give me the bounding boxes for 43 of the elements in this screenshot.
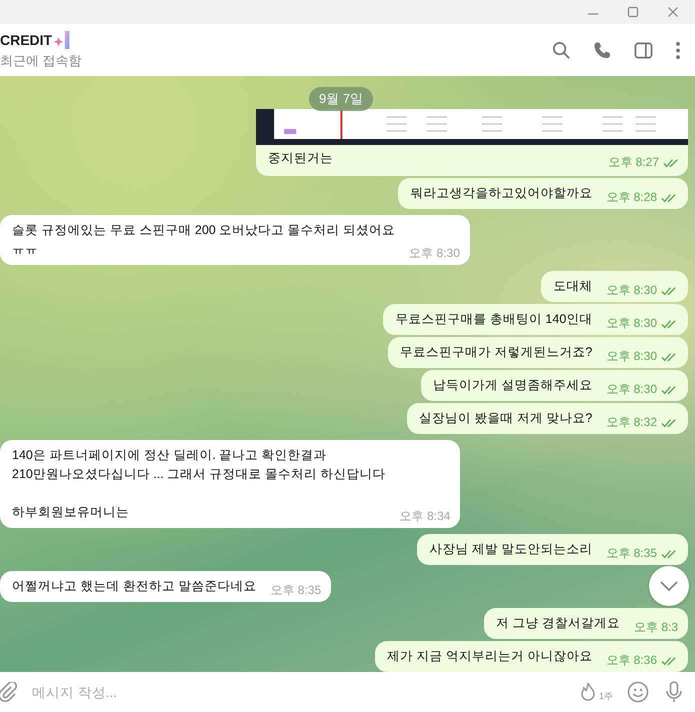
message-text: 슬롯 규정에있는 무료 스핀구매 200 오버났다고 몰수처리 되셨어요 ㅠㅠ — [12, 222, 396, 258]
maximize-icon[interactable] — [627, 6, 639, 18]
sparkle-icon — [54, 30, 72, 50]
message-text: 납득이가게 설명좀해주세요 — [432, 377, 592, 394]
chat-name: CREDIT — [0, 32, 52, 48]
self-destruct-timer-button[interactable]: 1주 — [578, 681, 613, 703]
last-seen-status: 최근에 접속함 — [0, 52, 82, 70]
phone-icon[interactable] — [593, 40, 612, 60]
message-time: 오후 8:30 — [606, 315, 657, 332]
message-time: 오후 8:30 — [606, 381, 657, 398]
message-text: 사장님 제발 말도안되는소리 — [429, 541, 592, 558]
message-time: 오후 8:35 — [270, 582, 322, 599]
message-text: 중지된거는 — [268, 150, 333, 167]
message-time: 오후 8:36 — [606, 652, 657, 669]
emoji-icon[interactable] — [627, 681, 649, 703]
message-text: 뭐라고생각을하고있어야할까요 — [410, 185, 592, 202]
search-icon[interactable] — [552, 40, 571, 60]
message-time: 오후 8:32 — [606, 414, 657, 431]
message-text: 도대체 — [553, 278, 592, 295]
paperclip-icon[interactable] — [0, 682, 18, 702]
message-text: 무료스핀구매가 저렇게된느거죠? — [400, 344, 592, 361]
message-time: 오후 8:28 — [606, 189, 657, 206]
date-badge: 9월 7일 — [309, 87, 374, 111]
message-text: 저 그냥 경찰서갈게요 — [496, 615, 620, 632]
chevron-down-icon — [659, 580, 679, 592]
message-text: 어쩔꺼냐고 했는데 환전하고 말씀준다네요 — [12, 578, 256, 595]
message-text: 제가 지금 억지부리는거 아니잖아요 — [386, 648, 592, 665]
message-text: 무료스핀구매를 총배팅이 140인대 — [395, 311, 592, 328]
message-text: 실장님이 봤을때 저게 맞나요? — [418, 410, 592, 427]
microphone-icon[interactable] — [663, 681, 685, 703]
message-time: 오후 8:34 — [400, 508, 450, 525]
message-time: 오후 8:30 — [409, 245, 460, 262]
message-time: 오후 8:3 — [634, 619, 678, 636]
message-time: 오후 8:30 — [606, 348, 657, 365]
scroll-down-button[interactable] — [649, 566, 689, 606]
message-time: 오후 8:35 — [606, 545, 657, 562]
more-icon[interactable] — [675, 40, 681, 60]
sidebar-toggle-icon[interactable] — [634, 40, 653, 60]
message-text: 140은 파트너페이지에 정산 딜레이. 끝나고 확인한결과 210만원나오셨다십니다 ... 그래서 규정대로 몰수처리 하신답니다 하부회원보유머니는 — [12, 447, 386, 521]
message-time: 오후 8:27 — [608, 154, 659, 171]
message-time: 오후 8:30 — [606, 282, 657, 299]
close-icon[interactable] — [667, 6, 679, 18]
message-input[interactable]: 메시지 작성... — [32, 680, 564, 704]
